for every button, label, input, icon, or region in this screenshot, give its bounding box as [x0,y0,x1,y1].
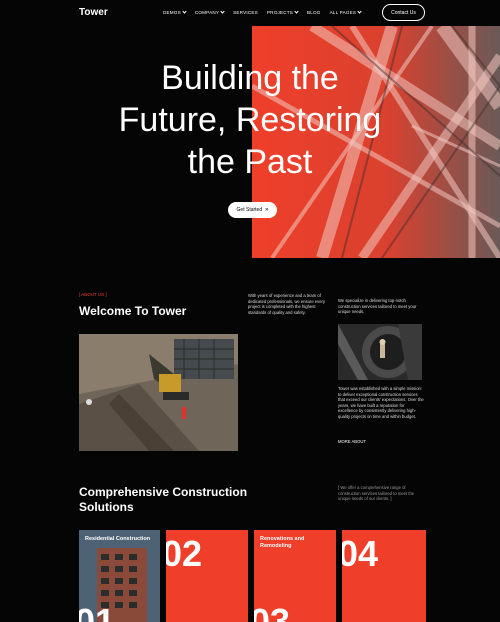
menu-item-demos[interactable]: DEMOS [163,9,187,15]
about-specialize-text: We specialize in delivering top-notch co… [338,298,417,315]
menu-label: BLOG [307,10,321,15]
main-menu: DEMOS COMPANY SERVICES PROJECTS BLOG ALL… [163,9,362,15]
card-number: 01 [79,601,116,622]
card-number: 02 [166,533,203,574]
chevron-down-icon [357,9,362,14]
about-mission-text: Tower was established with a simple miss… [338,386,424,419]
menu-label: ALL PAGES [329,10,357,15]
chevron-down-icon [294,9,299,14]
services-description: [ We offer a comprehensive range of cons… [338,485,415,502]
menu-item-company[interactable]: COMPANY [194,9,225,15]
service-card-residential[interactable]: Residential Construction 01 [79,530,160,622]
menu-item-blog[interactable]: BLOG [307,10,321,15]
card-number: 04 [342,533,379,574]
about-intro-text: With years of experience and a team of d… [248,293,326,315]
menu-item-projects[interactable]: PROJECTS [266,9,299,15]
pipe-tunnel-image [338,324,422,380]
menu-label: SERVICES [233,10,258,15]
menu-label: PROJECTS [266,10,294,15]
service-card-renovations[interactable]: Renovations and Remodeling 03 [254,530,336,622]
service-card-02[interactable]: 02 [166,530,248,622]
get-started-button[interactable]: Get Started » [228,202,277,218]
excavation-site-image [79,334,238,451]
hero-title-line: Future, Restoring [118,101,382,139]
hero-title: Building the Future, Restoring the Past [100,57,400,183]
menu-item-all-pages[interactable]: ALL PAGES [329,9,362,15]
chevron-down-icon [220,9,225,14]
top-nav: Tower DEMOS COMPANY SERVICES PROJECTS BL… [0,0,500,26]
hero-title-line: the Past [187,143,313,181]
card-label: Residential Construction [85,536,151,542]
card-number: 03 [254,601,291,622]
contact-us-button[interactable]: Contact Us [382,4,425,21]
button-label: Get Started [236,207,263,213]
menu-item-services[interactable]: SERVICES [233,10,258,15]
chevron-down-icon [182,9,187,14]
more-about-link[interactable]: MORE ABOUT [338,439,366,444]
hero-title-line: Building the [161,59,339,97]
card-label: Renovations and Remodeling [260,536,305,549]
about-tag: [ ABOUT US ] [79,292,107,297]
menu-label: DEMOS [163,10,181,15]
double-arrow-icon: » [265,207,269,213]
menu-label: COMPANY [194,10,220,15]
services-title: Comprehensive Construction Solutions [79,485,248,514]
service-card-04[interactable]: 04 [342,530,426,622]
site-logo[interactable]: Tower [79,7,108,18]
about-title: Welcome To Tower [79,304,187,318]
